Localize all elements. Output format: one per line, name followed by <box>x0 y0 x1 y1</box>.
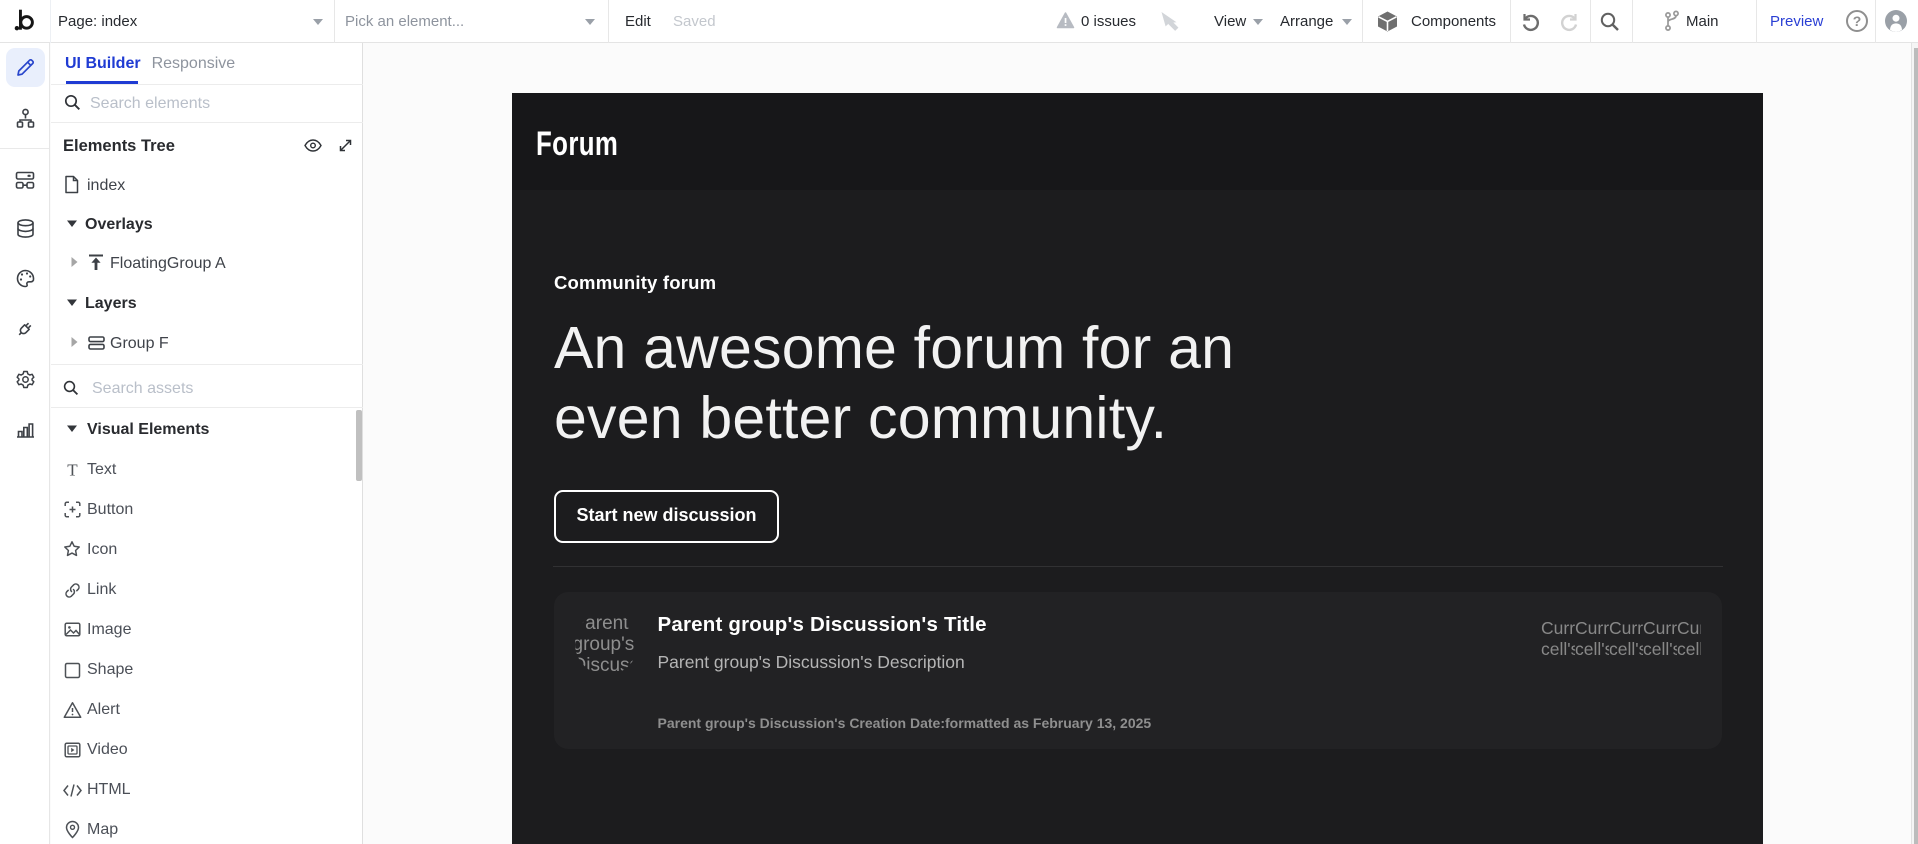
svg-text:T: T <box>67 461 78 478</box>
svg-text:?: ? <box>1853 13 1862 29</box>
